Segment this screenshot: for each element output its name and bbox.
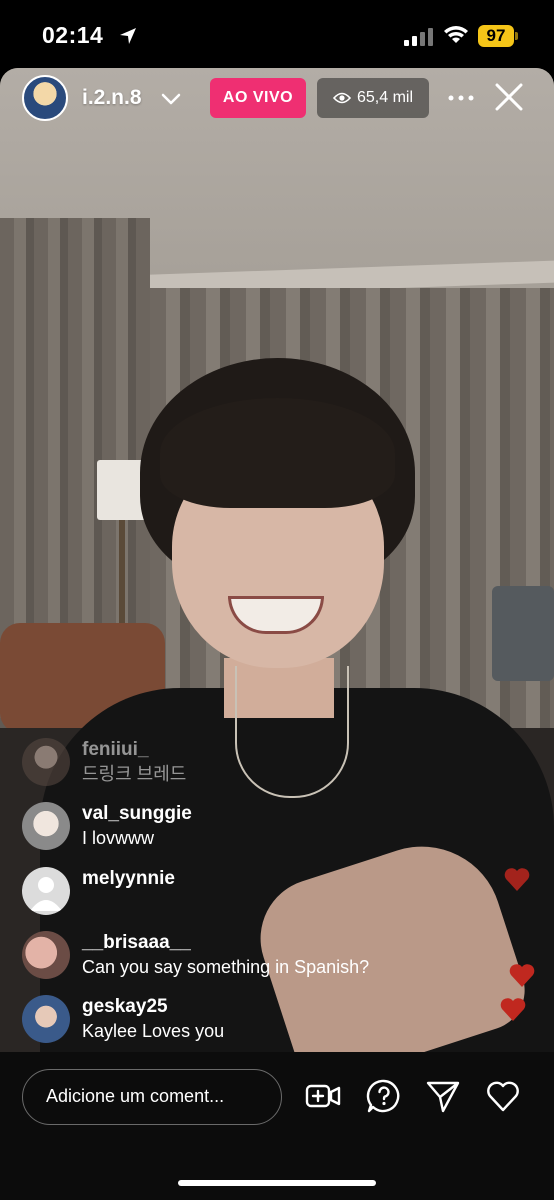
heart-icon	[504, 868, 530, 891]
comment-username[interactable]: val_sunggie	[82, 802, 192, 826]
more-icon[interactable]	[446, 86, 476, 110]
default-avatar-icon	[30, 877, 62, 911]
host-avatar[interactable]	[22, 75, 68, 121]
comment-item[interactable]: val_sunggie I lovwww	[22, 802, 192, 850]
close-icon[interactable]	[494, 82, 524, 112]
comment-username[interactable]: __brisaaa__	[82, 931, 369, 955]
viewer-count-label: 65,4 mil	[356, 89, 414, 106]
person-fringe	[160, 398, 395, 508]
wifi-icon	[444, 26, 468, 43]
battery-indicator: 97	[478, 25, 518, 47]
comment-text: Can you say something in Spanish?	[82, 957, 370, 977]
viewer-count[interactable]: 65,4 mil	[317, 78, 429, 118]
status-bar: 02:14 97	[0, 0, 554, 70]
share-icon[interactable]	[425, 1078, 461, 1114]
signal-icon	[404, 28, 433, 46]
location-arrow-icon	[120, 28, 136, 44]
like-icon[interactable]	[485, 1078, 521, 1114]
comment-item[interactable]: feniiui_ 드링크 브레드	[22, 738, 186, 786]
add-video-icon[interactable]	[305, 1078, 341, 1114]
comment-item[interactable]: melyynnie	[22, 867, 175, 915]
live-badge: AO VIVO	[210, 78, 306, 118]
chevron-down-icon[interactable]	[160, 88, 182, 110]
comment-avatar[interactable]	[22, 802, 70, 850]
necklace	[235, 666, 349, 798]
comment-avatar[interactable]	[22, 867, 70, 915]
comment-text: 드링크 브레드	[82, 764, 187, 784]
eye-icon	[332, 92, 351, 104]
comment-username[interactable]: feniiui_	[82, 738, 186, 762]
host-username[interactable]: i.2.n.8	[82, 86, 142, 110]
comment-username[interactable]: geskay25	[82, 995, 224, 1019]
status-time: 02:14	[42, 22, 104, 48]
comment-item[interactable]: geskay25 Kaylee Loves you	[22, 995, 224, 1043]
heart-icon	[500, 998, 526, 1021]
suitcase	[492, 586, 554, 681]
comment-text: Kaylee Loves you	[82, 1021, 225, 1041]
comment-avatar[interactable]	[22, 738, 70, 786]
heart-icon	[509, 964, 535, 987]
comment-username[interactable]: melyynnie	[82, 867, 175, 891]
comment-text: I lovwww	[82, 828, 155, 848]
comment-input[interactable]: Adicione um coment...	[22, 1069, 282, 1125]
home-indicator[interactable]	[178, 1180, 376, 1186]
question-icon[interactable]	[366, 1078, 402, 1114]
comment-avatar[interactable]	[22, 931, 70, 979]
comment-item[interactable]: __brisaaa__ Can you say something in Spa…	[22, 931, 369, 979]
comment-avatar[interactable]	[22, 995, 70, 1043]
